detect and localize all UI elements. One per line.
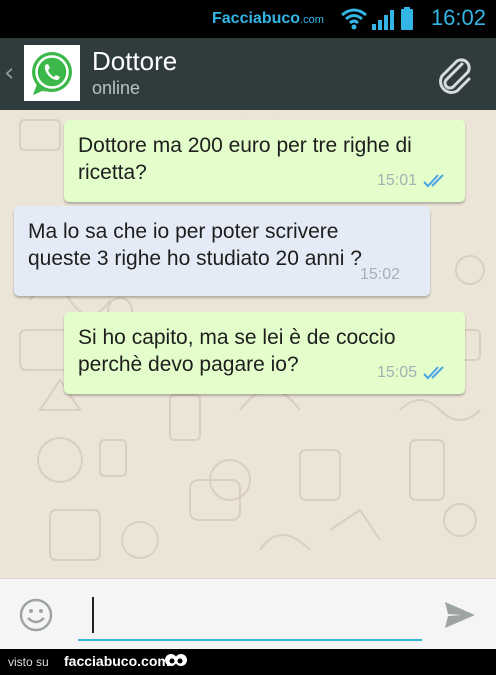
message-line: Si ho capito, ma se lei è de coccio xyxy=(78,326,396,349)
chat-area[interactable]: Dottore ma 200 euro per tre righe di ric… xyxy=(0,110,496,578)
watermark-text: Facciabuco xyxy=(212,10,301,27)
status-watermark: Facciabuco.com xyxy=(212,10,324,28)
wifi-icon xyxy=(341,8,367,25)
send-icon[interactable] xyxy=(442,597,478,633)
status-time: 16:02 xyxy=(430,5,486,30)
message-line: Ma lo sa che io per poter scrivere xyxy=(28,220,339,243)
chat-header: ‹ Dottore online xyxy=(0,38,496,110)
battery-icon xyxy=(401,7,413,30)
text-caret xyxy=(92,597,94,633)
signal-icon xyxy=(372,10,394,30)
status-icons xyxy=(341,7,413,30)
message-time: 15:02 xyxy=(359,266,400,283)
message-input-bar xyxy=(0,578,496,650)
message-meta: 15:02 xyxy=(360,261,400,288)
message-bubble-incoming[interactable]: Ma lo sa che io per poter scrivere quest… xyxy=(14,206,430,296)
contact-status: online xyxy=(92,78,141,98)
message-time: 15:01 xyxy=(376,172,417,189)
message-meta: 15:05 xyxy=(377,359,451,386)
message-meta: 15:01 xyxy=(377,167,451,194)
double-check-icon xyxy=(423,365,444,379)
smiley-icon[interactable] xyxy=(18,597,54,633)
chevron-left-icon[interactable]: ‹ xyxy=(4,58,14,88)
contact-name[interactable]: Dottore xyxy=(92,46,177,77)
whatsapp-logo-icon xyxy=(24,45,80,101)
message-input[interactable] xyxy=(78,593,422,641)
eyes-icon xyxy=(165,654,187,666)
watermark-suffix: .com xyxy=(300,14,324,26)
message-line: queste 3 righe ho studiato 20 anni ? xyxy=(28,247,362,270)
footer-site: facciabuco.com xyxy=(64,653,170,669)
message-bubble-outgoing[interactable]: Dottore ma 200 euro per tre righe di ric… xyxy=(64,120,465,202)
double-check-icon xyxy=(423,173,444,187)
paperclip-icon[interactable] xyxy=(432,52,478,98)
status-bar: Facciabuco.com 16:02 xyxy=(0,0,496,38)
message-line: Dottore ma 200 euro per tre righe di xyxy=(78,134,412,157)
footer-watermark: visto su facciabuco.com xyxy=(0,649,496,675)
message-time: 15:05 xyxy=(376,364,417,381)
message-text: Ma lo sa che io per poter scrivere quest… xyxy=(28,218,416,272)
message-bubble-outgoing[interactable]: Si ho capito, ma se lei è de coccio perc… xyxy=(64,312,465,394)
avatar[interactable] xyxy=(24,45,80,101)
footer-prefix: visto su xyxy=(8,655,49,669)
